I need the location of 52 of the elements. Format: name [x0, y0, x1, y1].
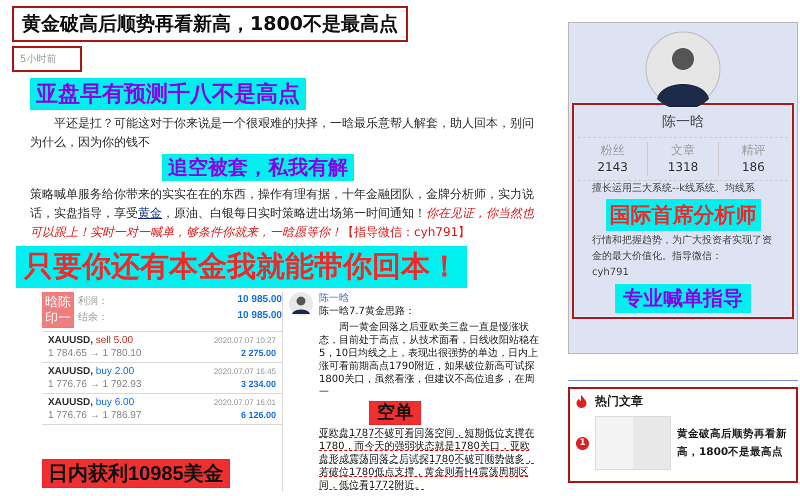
trade-time: 2020.07.07 10:27 [214, 335, 276, 347]
trade-symbol: XAUUSD, [48, 397, 94, 408]
trade-lots: buy 2.00 [96, 366, 134, 377]
promo-banner: 专业喊单指导 [615, 284, 751, 313]
profile-bio: 擅长运用三大系统--k线系统、均线系 [591, 182, 756, 196]
author-name[interactable]: 陈一晗 [319, 292, 415, 305]
trade-lots: sell 5.00 [96, 335, 134, 346]
trade-profit: 6 126.00 [240, 409, 276, 422]
post-text: 周一黄金回落之后亚欧美三盘一直是慢涨状态，目前处于高点，从技术面看，日线收阳站稳在5，10日均线之上，表现出很强势的单边，日内上涨可看前期高点1790附近，如果破位新高可试探1800关口，虽然看涨，但建议不高位追多，在周一 [319, 321, 539, 399]
trade-symbol: XAUUSD, [48, 335, 94, 346]
trade-time: 2020.07.07 16:01 [214, 397, 276, 409]
article-paragraph: 策略喊单服务给你带来的实实在在的东西，操作有理有据，十年金融团队，金牌分析师，实力说话，实盘指导，享受黄金，原油、白银每日实时策略进出场第一时间通知！你在见证，你当然也可以跟上！实时一对一喊单，够条件你就来，一晗愿等你！【指导微信：cyh791】 [30, 186, 535, 241]
tag-label: 空单 [369, 401, 421, 425]
avatar-icon [645, 31, 721, 107]
trade-prices: 1 776.76 → 1 792.93 [48, 378, 142, 391]
trade-profit: 3 234.00 [240, 378, 276, 391]
summary-value: 10 985.00 [238, 310, 282, 323]
post-text: 亚欧盘1787不破可看回落空间，短期低位支撑在1780，而今天的强弱状态就是1780关口，亚欧盘形成震荡回落之后试探1780不破可顺势做多，若破位1780低点支撑，黄金则看H4震荡周期区间，低位看1772附近。 [319, 427, 536, 492]
summary-value: 10 985.00 [238, 294, 282, 307]
trade-symbol: XAUUSD, [48, 366, 94, 377]
article-title: 黄金破高后顺势再看新高，1800不是最高点 [12, 6, 408, 42]
stamp-text: 晗陈 [45, 294, 71, 310]
rank-badge: 1 [576, 436, 589, 450]
article-link[interactable]: 黄金破高后顺势再看新高，1800不是最高点 [677, 425, 790, 461]
timestamp: 5小时前 [12, 46, 82, 72]
stat-value: 1318 [668, 159, 698, 176]
section-title: 热门文章 [595, 393, 643, 410]
summary-label: 利润： [78, 294, 108, 308]
stamp-text: 印一 [45, 310, 71, 326]
post-subtitle: 陈一晗7.7黄金思路： [319, 305, 415, 318]
trade-prices: 1 776.76 → 1 786.97 [48, 409, 142, 422]
trade-prices: 1 784.65 → 1 780.10 [48, 347, 142, 360]
article-paragraph: 平还是扛？可能这对于你来说是一个很艰难的抉择，一晗最乐意帮人解套，助人回本，别问为什么，因为你的钱不 [30, 115, 535, 151]
stat-value: 186 [742, 159, 765, 176]
profit-banner: 日内获利10985美金 [42, 459, 230, 488]
stat-label: 精评 [741, 142, 766, 159]
stat-value: 2143 [597, 159, 628, 176]
stat-label: 文章 [670, 142, 695, 159]
summary-label: 结余： [78, 310, 108, 324]
promo-banner: 国际首席分析师 [606, 199, 760, 231]
avatar-icon [289, 292, 313, 316]
trade-lots: buy 6.00 [96, 397, 134, 408]
flame-icon [576, 395, 587, 408]
profile-bio: cyh791 [591, 266, 630, 280]
promo-banner: 追空被套，私我有解 [162, 154, 354, 181]
trade-time: 2020.07.07 16:45 [214, 366, 276, 378]
promo-banner: 只要你还有本金我就能带你回本！ [16, 246, 467, 288]
trade-profit: 2 275.00 [240, 347, 276, 360]
stat-label: 粉丝 [600, 142, 625, 159]
text-link[interactable]: 黄金 [138, 206, 162, 220]
profile-name: 陈一晗 [662, 113, 704, 132]
promo-banner: 亚盘早有预测千八不是高点 [30, 78, 306, 110]
